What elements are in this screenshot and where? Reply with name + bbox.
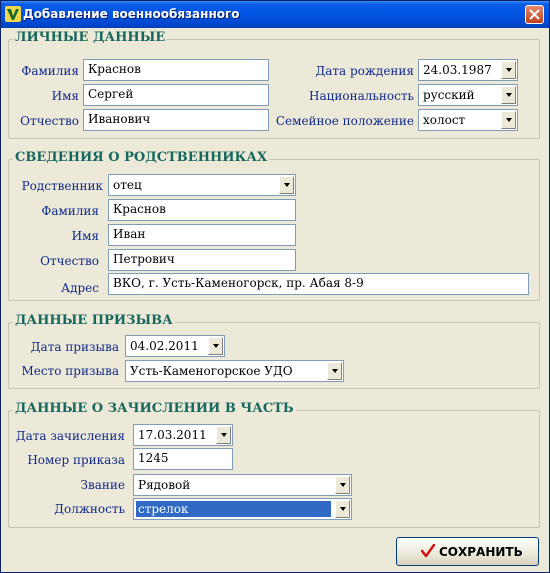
address-label: Адрес	[61, 281, 99, 295]
birthdate-picker[interactable]: 24.03.1987	[418, 59, 518, 81]
draft-date-label: Дата призыва	[30, 340, 119, 354]
chevron-down-icon[interactable]	[501, 61, 516, 79]
relative-patronymic-label: Отчество	[40, 254, 99, 268]
relative-patronymic-field[interactable]: Петрович	[108, 249, 296, 271]
chevron-down-icon[interactable]	[335, 500, 350, 518]
address-field[interactable]: ВКО, г. Усть-Каменогорск, пр. Абая 8-9	[108, 273, 529, 295]
position-value: стрелок	[136, 501, 331, 517]
marital-status-label: Семейное положение	[275, 114, 414, 128]
close-button[interactable]	[525, 5, 544, 24]
chevron-down-icon[interactable]	[279, 176, 294, 194]
relative-name-label: Имя	[71, 229, 99, 243]
chevron-down-icon[interactable]	[501, 111, 516, 129]
relatives-title: СВЕДЕНИЯ О РОДСТВЕННИКАХ	[13, 150, 270, 166]
chevron-down-icon[interactable]	[327, 362, 342, 380]
draft-place-label: Место призыва	[21, 364, 119, 378]
nationality-select[interactable]: русский	[418, 84, 518, 106]
chevron-down-icon[interactable]	[208, 337, 223, 355]
surname-label: Фамилия	[21, 64, 79, 78]
marital-status-value: холост	[423, 113, 466, 127]
checkmark-icon	[421, 544, 435, 558]
enlistment-date-label: Дата зачисления	[15, 429, 125, 443]
dialog-window: Добавление военнообязанного ЛИЧНЫЕ ДАННЫ…	[0, 0, 550, 573]
relative-name-field[interactable]: Иван	[108, 224, 296, 246]
rank-select[interactable]: Рядовой	[133, 474, 352, 496]
order-number-label: Номер приказа	[27, 453, 125, 467]
draft-place-value: Усть-Каменогорское УДО	[130, 364, 293, 378]
draft-date-value: 04.02.2011	[130, 339, 199, 353]
position-label: Должность	[54, 502, 125, 516]
save-button-label: СОХРАНИТЬ	[439, 545, 523, 559]
rank-label: Звание	[80, 478, 125, 492]
birthdate-label: Дата рождения	[315, 64, 414, 78]
surname-field[interactable]: Краснов	[83, 59, 269, 81]
draft-date-picker[interactable]: 04.02.2011	[125, 335, 225, 357]
enlistment-date-picker[interactable]: 17.03.2011	[133, 424, 233, 446]
patronymic-label: Отчество	[20, 114, 79, 128]
chevron-down-icon[interactable]	[501, 86, 516, 104]
relative-value: отец	[113, 178, 142, 192]
chevron-down-icon[interactable]	[216, 426, 231, 444]
marital-status-select[interactable]: холост	[418, 109, 518, 131]
window-title: Добавление военнообязанного	[23, 7, 240, 21]
relative-select[interactable]: отец	[108, 174, 296, 196]
relative-label: Родственник	[21, 179, 103, 193]
nationality-label: Национальность	[309, 89, 414, 103]
name-label: Имя	[51, 89, 79, 103]
relative-surname-field[interactable]: Краснов	[108, 199, 296, 221]
save-button[interactable]: СОХРАНИТЬ	[396, 537, 539, 566]
patronymic-field[interactable]: Иванович	[83, 109, 269, 131]
close-icon	[529, 9, 540, 20]
position-select[interactable]: стрелок	[133, 498, 352, 520]
relative-surname-label: Фамилия	[41, 204, 99, 218]
nationality-value: русский	[423, 88, 475, 102]
rank-value: Рядовой	[138, 478, 191, 492]
draft-place-select[interactable]: Усть-Каменогорское УДО	[125, 360, 344, 382]
name-field[interactable]: Сергей	[83, 84, 269, 106]
order-number-field[interactable]: 1245	[133, 448, 233, 470]
app-icon	[5, 6, 21, 22]
title-bar[interactable]: Добавление военнообязанного	[1, 1, 549, 28]
chevron-down-icon[interactable]	[335, 476, 350, 494]
enlistment-date-value: 17.03.2011	[138, 428, 207, 442]
draft-title: ДАННЫЕ ПРИЗЫВА	[13, 313, 175, 329]
enlistment-title: ДАННЫЕ О ЗАЧИСЛЕНИИ В ЧАСТЬ	[13, 401, 296, 417]
birthdate-value: 24.03.1987	[423, 63, 492, 77]
personal-data-title: ЛИЧНЫЕ ДАННЫЕ	[13, 30, 168, 46]
